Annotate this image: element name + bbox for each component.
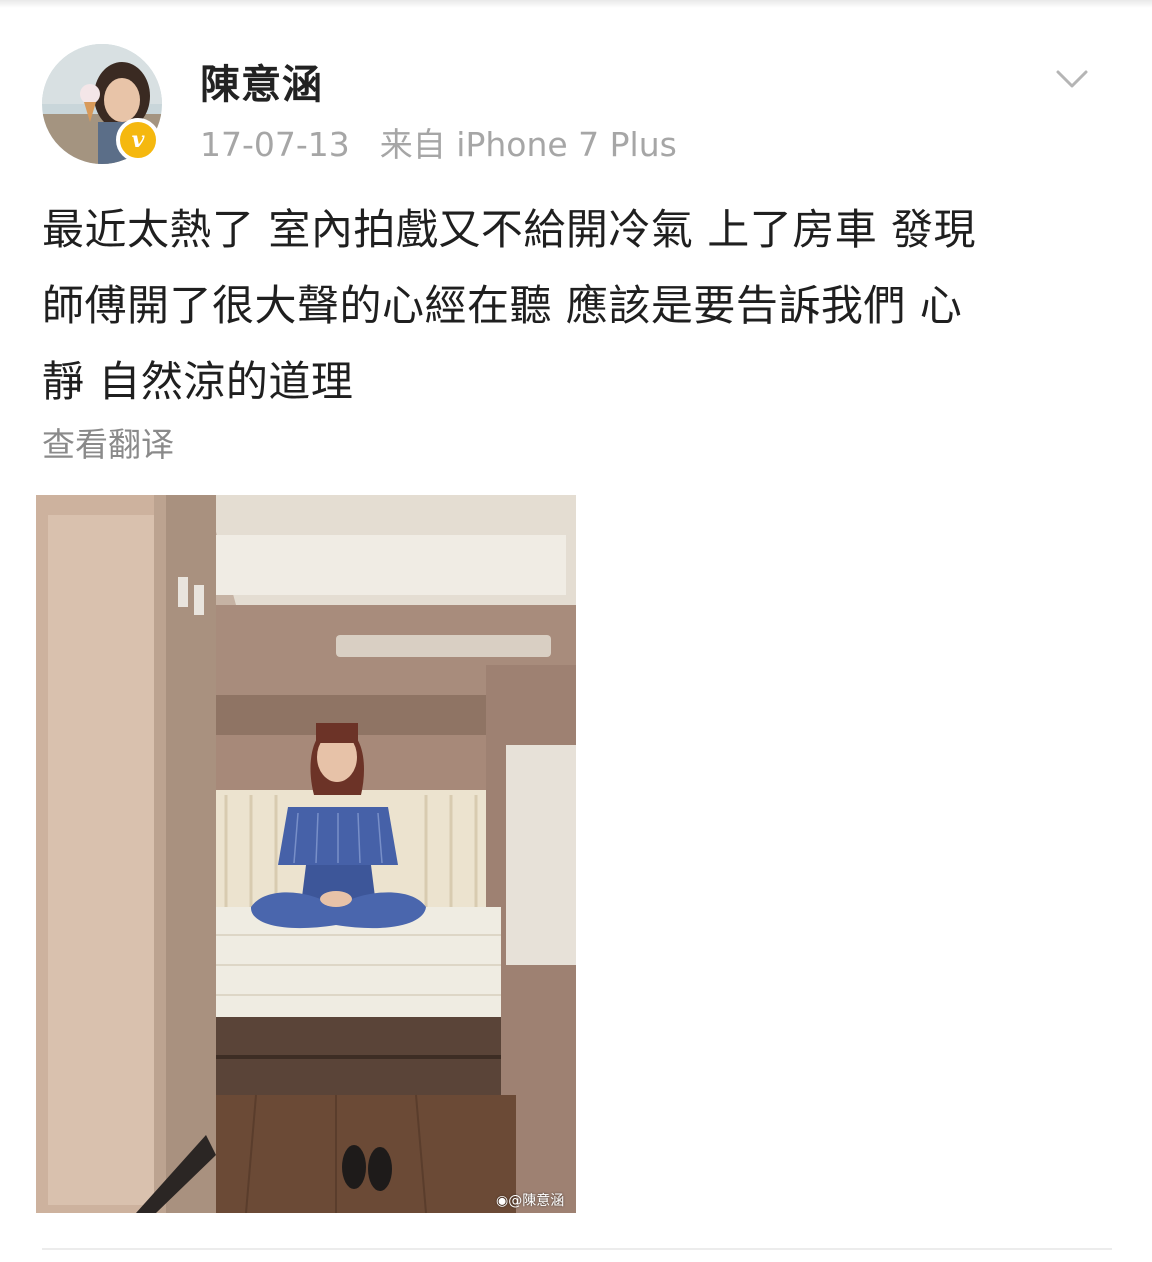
chevron-down-icon[interactable] [1052, 64, 1092, 94]
divider [42, 1248, 1112, 1250]
translate-link[interactable]: 查看翻译 [42, 418, 174, 466]
top-shadow [0, 0, 1152, 8]
verified-v-icon: v [116, 118, 160, 162]
weibo-watermark: ◉@陳意涵 [496, 1190, 564, 1210]
author-name[interactable]: 陳意涵 [200, 52, 323, 110]
post-photo[interactable] [36, 495, 576, 1213]
post-meta: 17-07-13 来自 iPhone 7 Plus [200, 118, 677, 166]
post-text: 最近太熱了 室內拍戲又不給開冷氣 上了房車 發現 師傅開了很大聲的心經在聽 應該… [42, 205, 977, 406]
weibo-logo-icon: ◉ [496, 1193, 509, 1209]
watermark-text: @陳意涵 [508, 1193, 565, 1209]
post-date: 17-07-13 [200, 125, 350, 164]
post-source: 来自 iPhone 7 Plus [379, 125, 677, 164]
